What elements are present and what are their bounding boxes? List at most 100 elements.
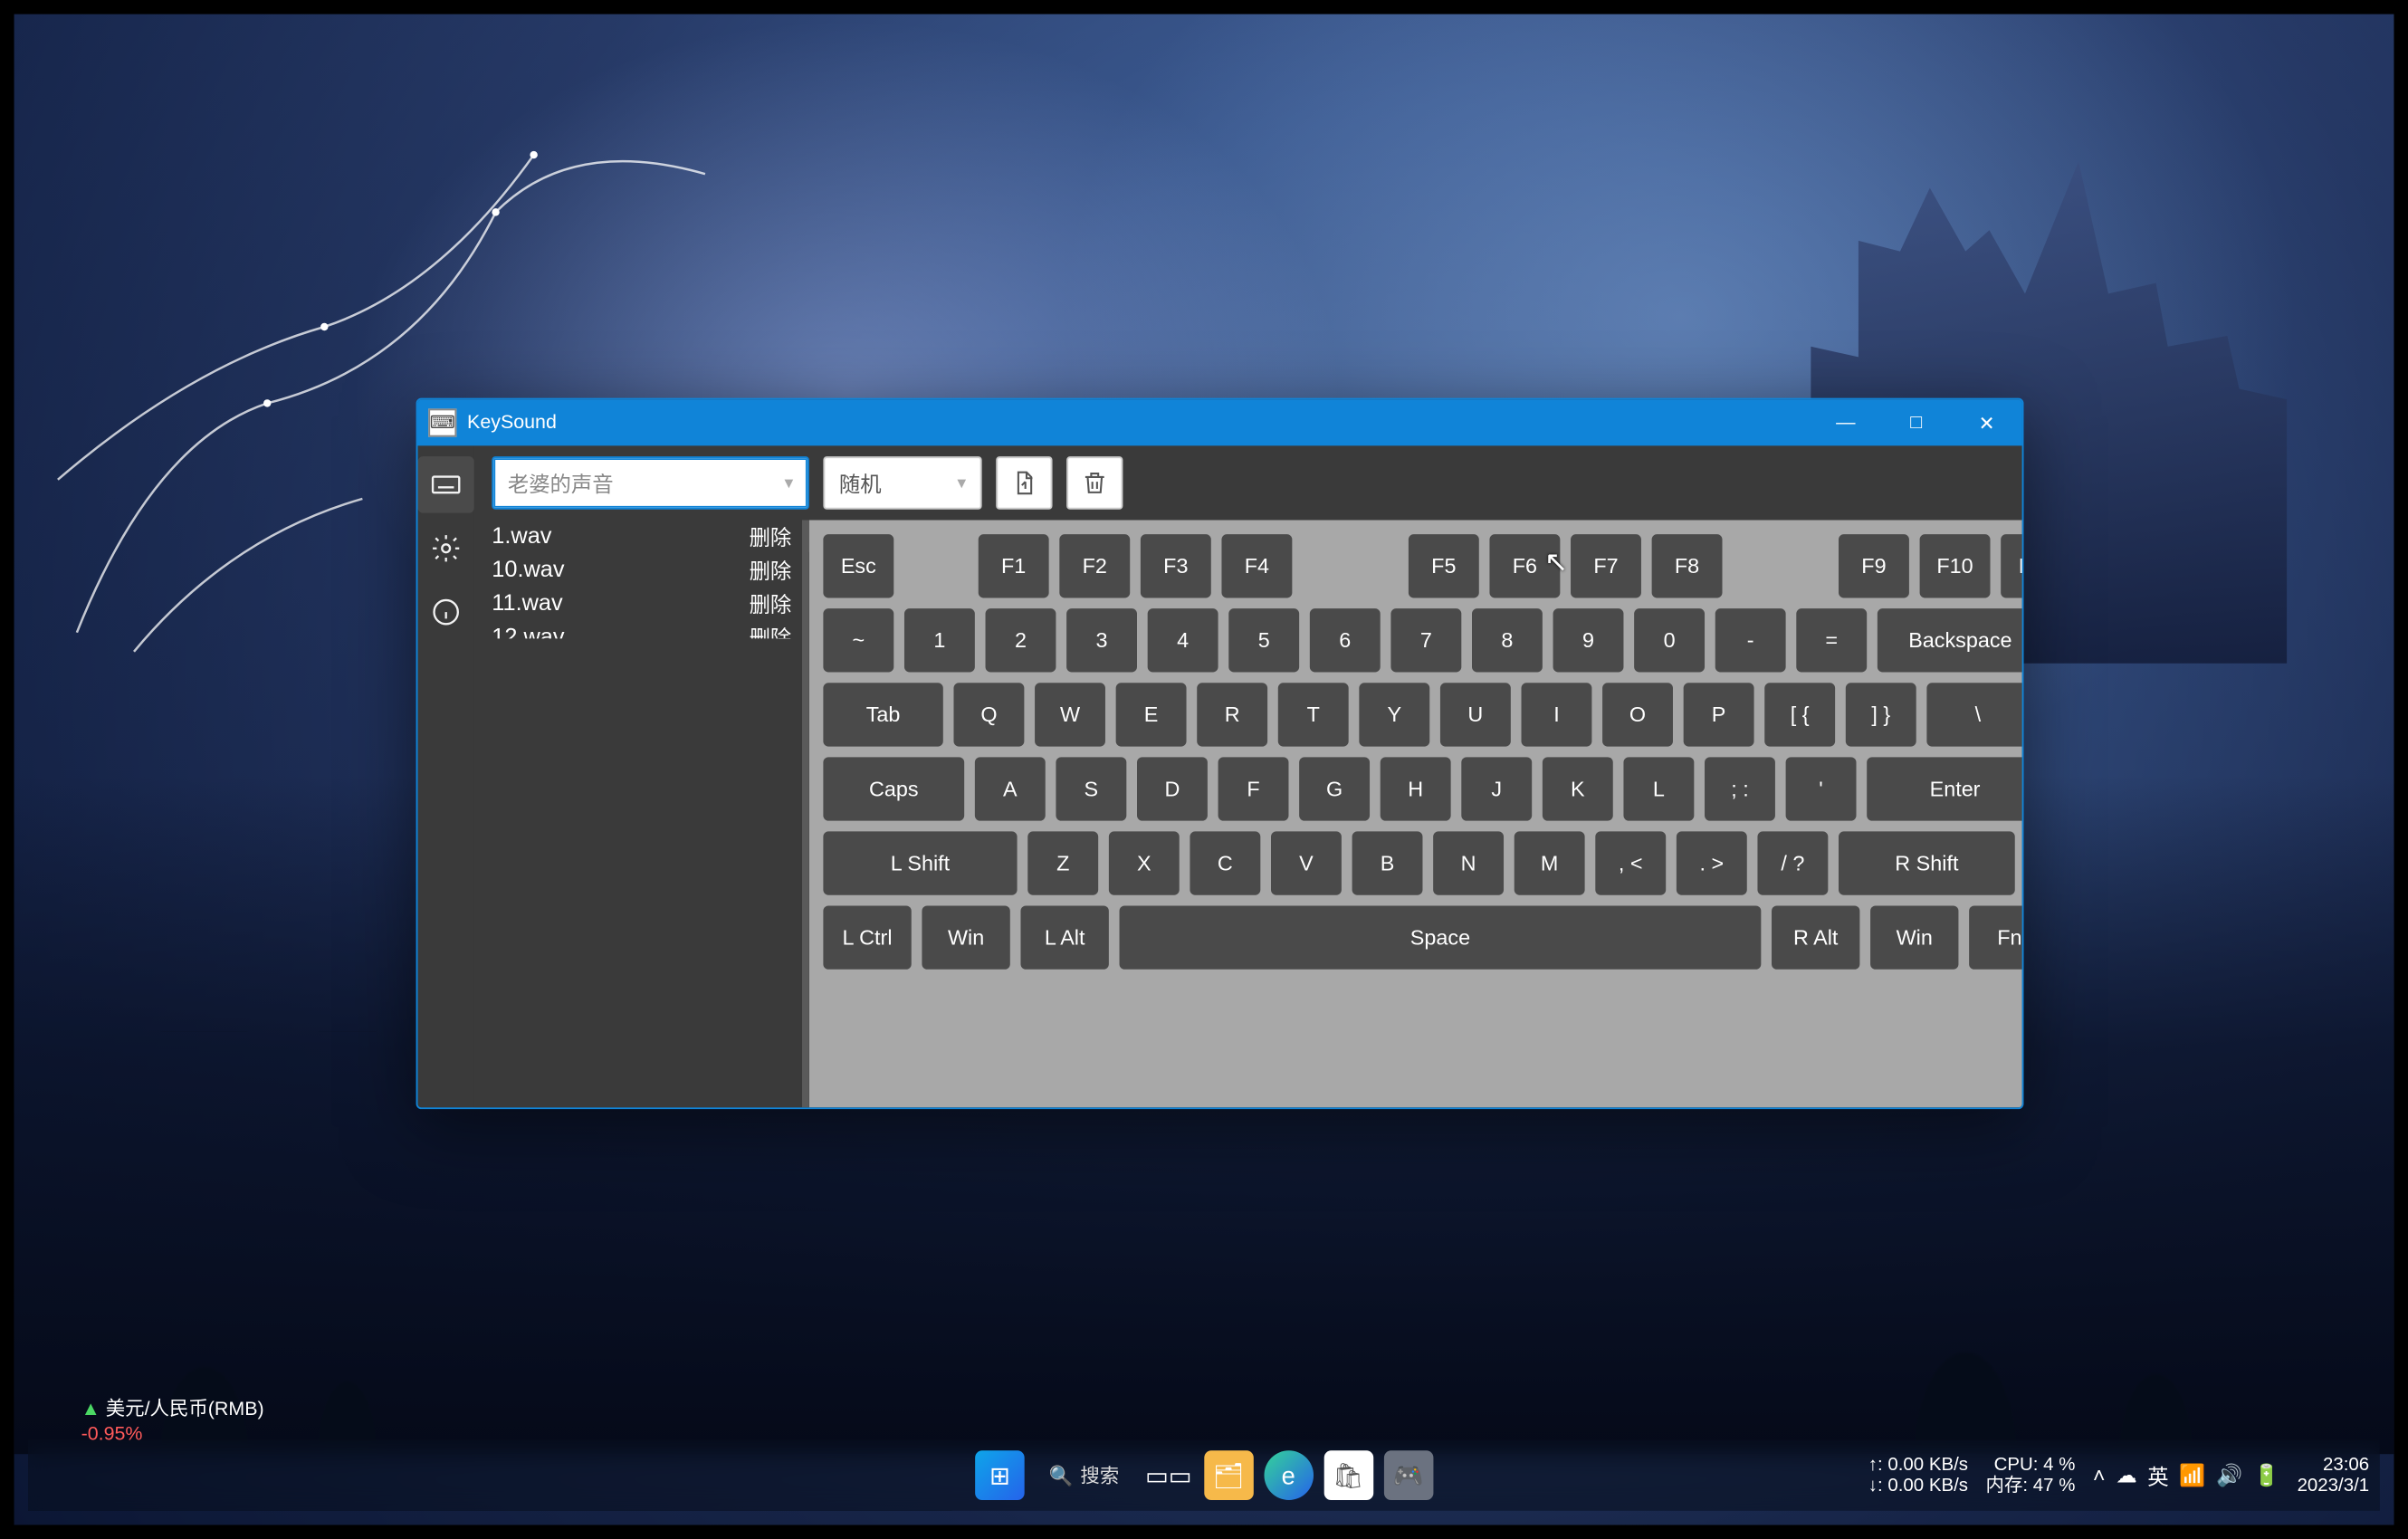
file-delete-link[interactable]: 删除 [750, 556, 792, 586]
open-file-button[interactable] [996, 456, 1052, 510]
key-fn[interactable]: Fn [1969, 905, 2023, 969]
key-f6[interactable]: F6 [1489, 534, 1560, 597]
key-d[interactable]: D [1137, 757, 1208, 820]
key-l[interactable]: L [1623, 757, 1694, 820]
key-a[interactable]: A [975, 757, 1046, 820]
key-f[interactable]: F [1218, 757, 1289, 820]
key-v[interactable]: V [1271, 831, 1342, 894]
key-capslock[interactable]: Caps [823, 757, 964, 820]
ime-indicator[interactable]: 英 [2147, 1460, 2168, 1490]
key-i[interactable]: I [1522, 683, 1592, 746]
mode-select[interactable]: 随机 ▾ [823, 456, 981, 510]
key-q[interactable]: Q [953, 683, 1024, 746]
key-bracket-right[interactable]: ] } [1846, 683, 1916, 746]
file-list[interactable]: 1.wav 删除 10.wav 删除 11.wav 删除 12.wav [474, 520, 809, 1107]
key-left-win[interactable]: Win [922, 905, 1009, 969]
key-1[interactable]: 1 [904, 608, 975, 672]
key-9[interactable]: 9 [1553, 608, 1624, 672]
key-f8[interactable]: F8 [1652, 534, 1723, 597]
key-f4[interactable]: F4 [1221, 534, 1292, 597]
key-m[interactable]: M [1515, 831, 1585, 894]
window-maximize-button[interactable]: □ [1881, 400, 1952, 446]
key-f11[interactable]: F11 [2001, 534, 2023, 597]
clock[interactable]: 23:06 2023/3/1 [2298, 1454, 2370, 1496]
key-tilde[interactable]: ~ [823, 608, 893, 672]
key-backspace[interactable]: Backspace [1878, 608, 2024, 672]
list-item[interactable]: 11.wav 删除 [485, 588, 809, 621]
key-f1[interactable]: F1 [979, 534, 1049, 597]
key-f9[interactable]: F9 [1839, 534, 1909, 597]
window-minimize-button[interactable]: — [1811, 400, 1881, 446]
list-item[interactable]: 10.wav 删除 [485, 554, 809, 588]
key-5[interactable]: 5 [1228, 608, 1299, 672]
key-n[interactable]: N [1433, 831, 1504, 894]
key-f10[interactable]: F10 [1920, 534, 1991, 597]
key-t[interactable]: T [1278, 683, 1349, 746]
profile-select[interactable]: 老婆的声音 ▾ [492, 456, 809, 510]
key-f2[interactable]: F2 [1059, 534, 1130, 597]
volume-icon[interactable]: 🔊 [2216, 1463, 2242, 1487]
key-slash[interactable]: / ? [1757, 831, 1828, 894]
app-pinned-button[interactable]: 🎮 [1383, 1450, 1433, 1500]
key-b[interactable]: B [1352, 831, 1423, 894]
key-7[interactable]: 7 [1390, 608, 1461, 672]
key-semicolon[interactable]: ; : [1705, 757, 1775, 820]
key-h[interactable]: H [1381, 757, 1451, 820]
sidebar-item-about[interactable] [418, 584, 474, 641]
key-y[interactable]: Y [1359, 683, 1429, 746]
store-button[interactable]: 🛍 [1323, 1450, 1373, 1500]
explorer-button[interactable]: 🗂 [1204, 1450, 1254, 1500]
delete-button[interactable] [1066, 456, 1123, 510]
key-6[interactable]: 6 [1310, 608, 1381, 672]
key-0[interactable]: 0 [1634, 608, 1705, 672]
task-view-button[interactable]: ▭▭ [1144, 1450, 1194, 1500]
key-u[interactable]: U [1440, 683, 1511, 746]
key-z[interactable]: Z [1027, 831, 1098, 894]
key-w[interactable]: W [1035, 683, 1105, 746]
key-right-shift[interactable]: R Shift [1839, 831, 2015, 894]
key-f5[interactable]: F5 [1409, 534, 1479, 597]
key-k[interactable]: K [1543, 757, 1613, 820]
key-tab[interactable]: Tab [823, 683, 942, 746]
key-g[interactable]: G [1299, 757, 1370, 820]
tray-chevron-icon[interactable]: ˄ [2093, 1463, 2106, 1487]
key-c[interactable]: C [1190, 831, 1260, 894]
taskbar[interactable]: ⊞ 🔍 搜索 ▭▭ 🗂 e 🛍 🎮 ↑: 0.00 KB/s ↓: 0.00 K… [28, 1440, 2380, 1511]
key-equals[interactable]: = [1796, 608, 1867, 672]
key-4[interactable]: 4 [1148, 608, 1218, 672]
key-x[interactable]: X [1109, 831, 1180, 894]
key-p[interactable]: P [1684, 683, 1754, 746]
key-3[interactable]: 3 [1066, 608, 1137, 672]
sidebar-item-keyboard[interactable] [418, 456, 474, 513]
key-s[interactable]: S [1056, 757, 1126, 820]
wifi-icon[interactable]: 📶 [2179, 1463, 2205, 1487]
key-2[interactable]: 2 [986, 608, 1056, 672]
file-delete-link[interactable]: 删除 [750, 521, 792, 551]
key-o[interactable]: O [1602, 683, 1673, 746]
key-enter[interactable]: Enter [1867, 757, 2023, 820]
key-j[interactable]: J [1461, 757, 1532, 820]
taskbar-search[interactable]: 🔍 搜索 [1035, 1461, 1132, 1489]
key-backslash[interactable]: \ [1926, 683, 2023, 746]
file-delete-link[interactable]: 删除 [750, 623, 792, 637]
key-right-alt[interactable]: R Alt [1772, 905, 1859, 969]
list-item[interactable]: 1.wav 删除 [485, 520, 809, 553]
battery-icon[interactable]: 🔋 [2253, 1463, 2279, 1487]
key-right-win[interactable]: Win [1870, 905, 1958, 969]
key-left-shift[interactable]: L Shift [823, 831, 1017, 894]
edge-button[interactable]: e [1264, 1450, 1314, 1500]
tray-cloud-icon[interactable]: ☁ [2116, 1463, 2136, 1487]
key-space[interactable]: Space [1120, 905, 1762, 969]
key-r[interactable]: R [1197, 683, 1267, 746]
sidebar-item-settings[interactable] [418, 520, 474, 577]
start-button[interactable]: ⊞ [975, 1450, 1025, 1500]
key-f7[interactable]: F7 [1571, 534, 1641, 597]
window-close-button[interactable]: ✕ [1952, 400, 2022, 446]
titlebar[interactable]: ⌨ KeySound — □ ✕ [418, 400, 2022, 446]
key-left-alt[interactable]: L Alt [1020, 905, 1108, 969]
key-bracket-left[interactable]: [ { [1764, 683, 1835, 746]
key-period[interactable]: . > [1677, 831, 1747, 894]
key-left-ctrl[interactable]: L Ctrl [823, 905, 911, 969]
key-comma[interactable]: , < [1595, 831, 1666, 894]
key-8[interactable]: 8 [1472, 608, 1543, 672]
